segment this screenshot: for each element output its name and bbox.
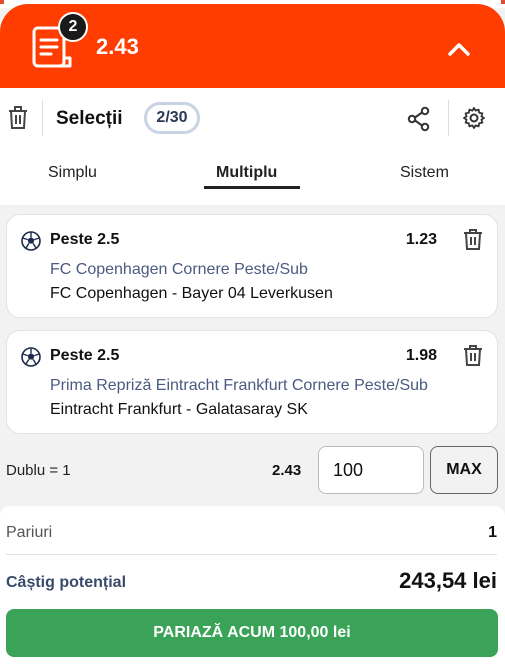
divider (448, 100, 449, 136)
divider (42, 100, 43, 136)
tab-simplu[interactable]: Simplu (48, 164, 97, 182)
combination-odds: 2.43 (272, 462, 302, 479)
football-icon (21, 231, 41, 251)
bets-label: Pariuri (6, 524, 53, 541)
max-stake-button[interactable]: MAX (430, 446, 498, 494)
trash-icon (9, 106, 27, 129)
selections-panel: Selecții 2/30 Simplu Multiplu Sistem (0, 88, 505, 205)
selection-market: FC Copenhagen Cornere Peste/Sub (50, 261, 308, 278)
remove-selection-button[interactable] (463, 345, 483, 367)
selection-event: Eintracht Frankfurt - Galatasaray SK (50, 401, 308, 418)
gear-icon (463, 107, 485, 129)
trash-icon (464, 345, 482, 366)
stake-input[interactable] (318, 446, 424, 494)
chevron-up-icon (448, 43, 470, 56)
selection-odd: 1.23 (405, 231, 437, 248)
tab-multiplu[interactable]: Multiplu (216, 164, 277, 182)
selection-card: Peste 2.5 1.98 Prima Repriză Eintracht F… (6, 330, 498, 434)
selection-card: Peste 2.5 1.23 FC Copenhagen Cornere Pes… (6, 214, 498, 318)
bets-value: 1 (488, 524, 497, 541)
stake-row: Dublu = 1 2.43 MAX (0, 444, 505, 498)
betslip-header[interactable]: 2 2.43 (0, 4, 505, 88)
panel-title: Selecții (56, 108, 123, 129)
football-icon (21, 347, 41, 367)
selection-odd: 1.98 (405, 347, 437, 364)
settings-button[interactable] (462, 106, 486, 130)
edge-marker (501, 0, 505, 4)
total-odds: 2.43 (96, 34, 139, 59)
selection-market: Prima Repriză Eintracht Frankfurt Corner… (50, 377, 428, 394)
selection-count-badge: 2 (58, 12, 88, 42)
bet-summary: Pariuri 1 Câștig potențial 243,54 lei PA… (0, 506, 505, 665)
place-bet-button[interactable]: PARIAZĂ ACUM 100,00 lei (6, 609, 498, 657)
potential-win-value: 243,54 lei (399, 568, 497, 593)
share-button[interactable] (406, 106, 432, 132)
tab-sistem[interactable]: Sistem (400, 164, 449, 182)
selection-pick: Peste 2.5 (50, 347, 120, 364)
remove-selection-button[interactable] (463, 229, 483, 251)
selection-count-pill: 2/30 (144, 102, 200, 134)
collapse-button[interactable] (444, 34, 474, 64)
selection-event: FC Copenhagen - Bayer 04 Leverkusen (50, 285, 333, 302)
selection-pick: Peste 2.5 (50, 231, 120, 248)
active-tab-indicator (204, 186, 300, 189)
divider (6, 554, 497, 555)
edge-marker (0, 0, 4, 4)
combination-label: Dublu = 1 (6, 462, 71, 479)
trash-icon (464, 229, 482, 250)
clear-all-button[interactable] (8, 106, 28, 130)
share-icon (407, 106, 430, 132)
potential-win-label: Câștig potențial (6, 574, 127, 591)
